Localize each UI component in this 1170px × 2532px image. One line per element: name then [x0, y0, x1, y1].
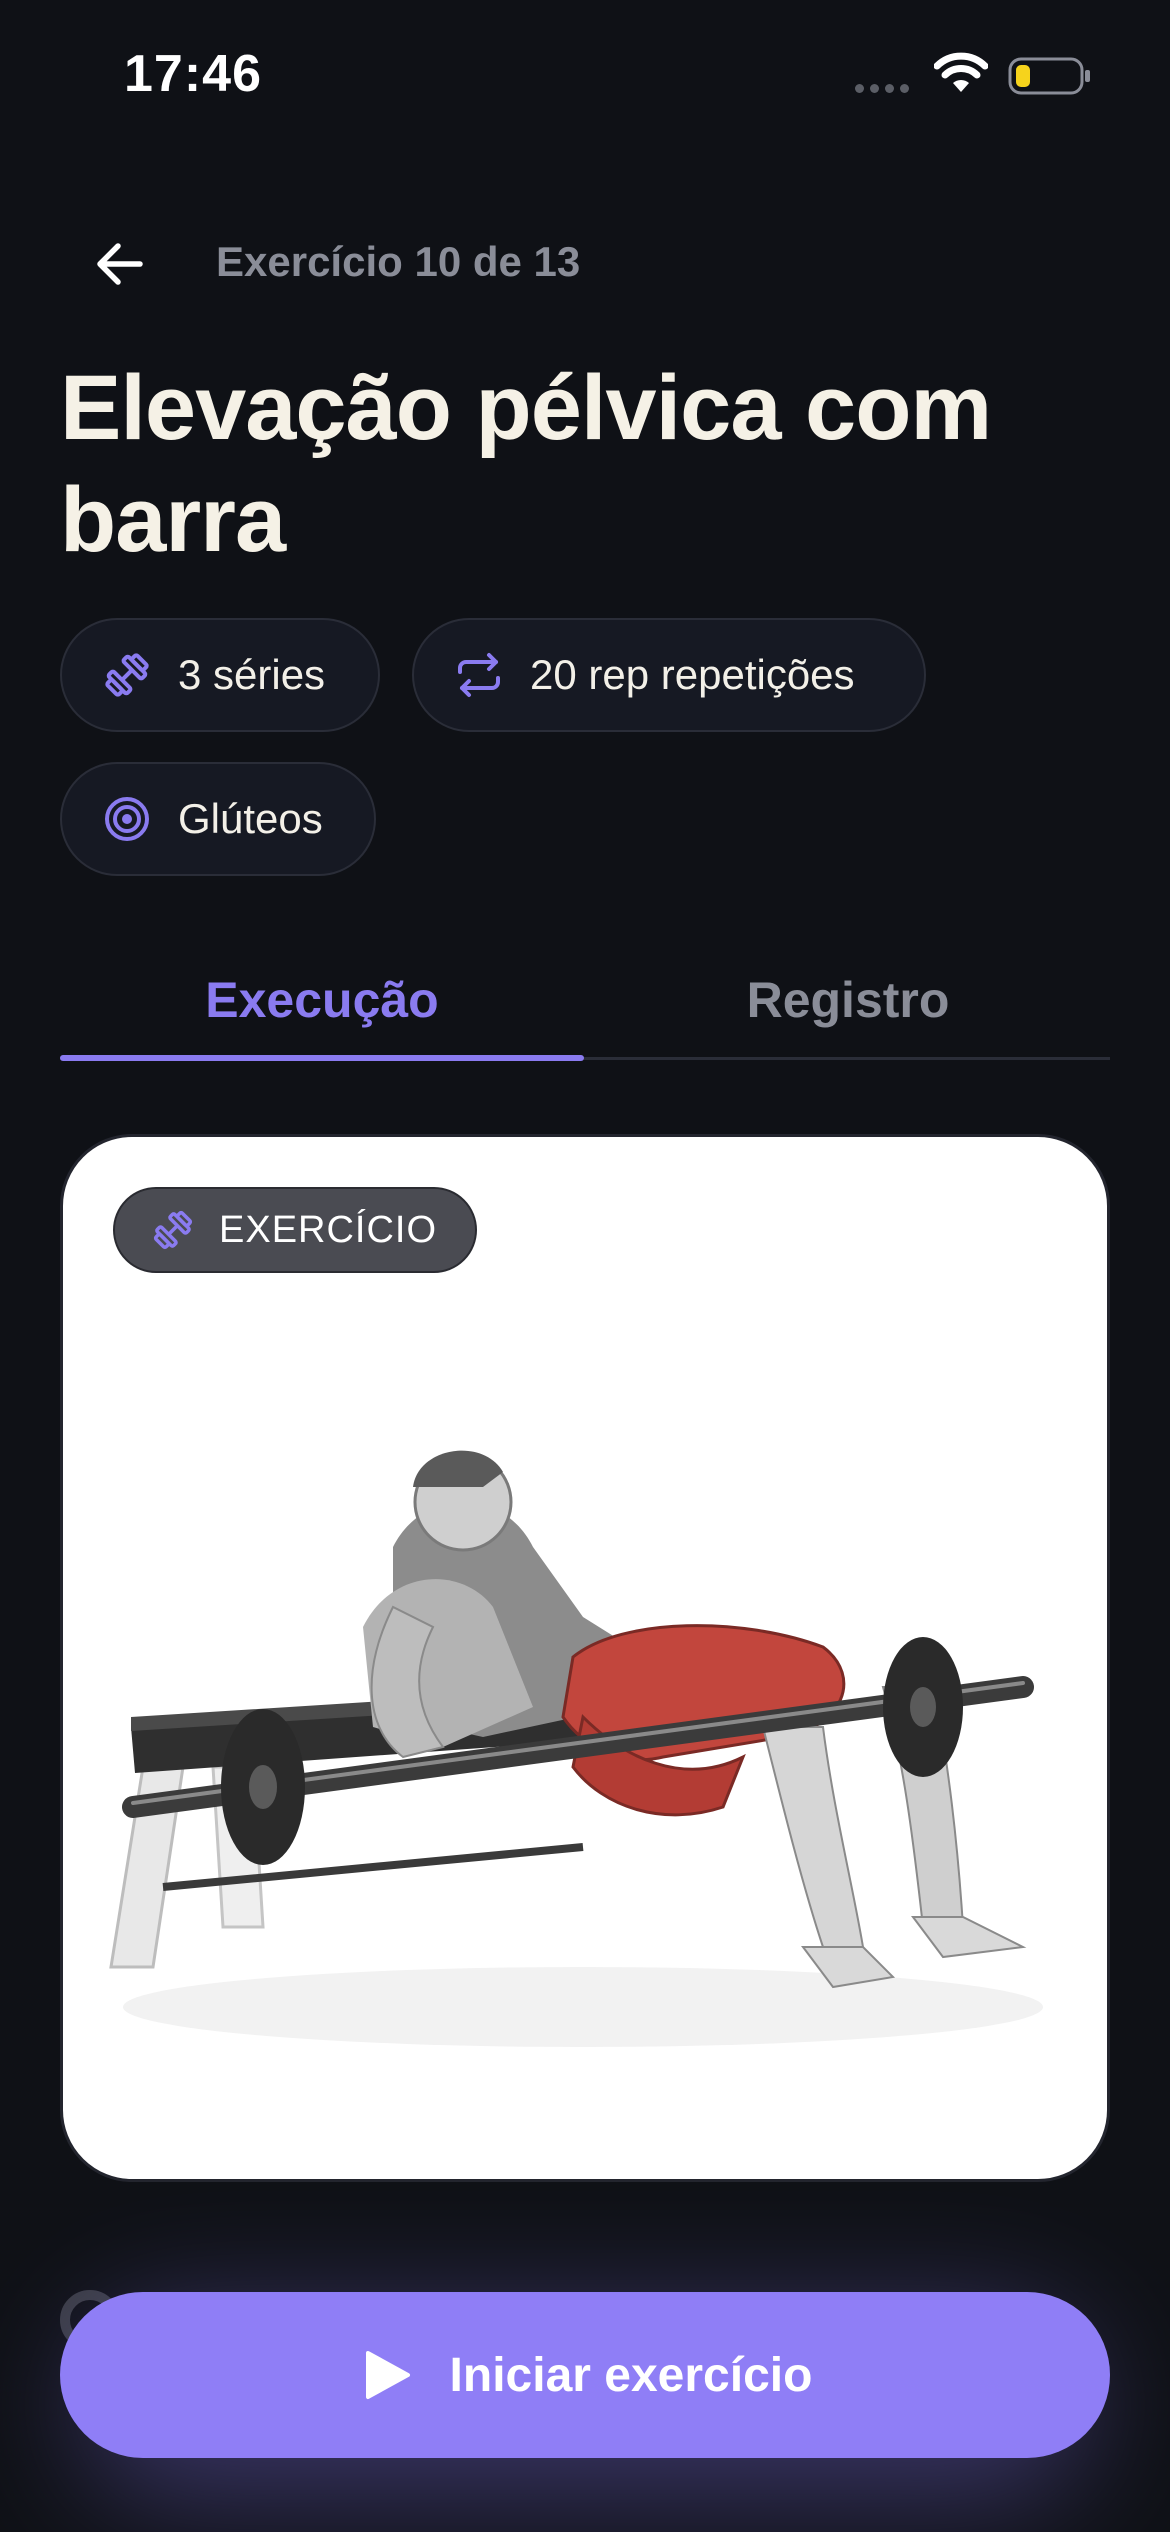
repeat-icon: [458, 653, 500, 697]
arrow-left-icon: [97, 243, 143, 285]
battery-icon: [1008, 57, 1090, 95]
reps-chip: 20 rep repetições: [412, 618, 926, 732]
exercise-badge-label: EXERCÍCIO: [219, 1208, 438, 1251]
cellular-signal-icon: [855, 84, 909, 93]
exercise-title: Elevação pélvica com barra: [60, 357, 992, 571]
exercise-card[interactable]: EXERCÍCIO: [60, 1134, 1110, 2182]
active-tab-indicator: [60, 1055, 584, 1061]
target-icon: [105, 797, 149, 841]
series-label: 3 séries: [178, 651, 326, 698]
exercise-screen: 17:46 Exercício 10 de 13 Elevação pélvic…: [0, 0, 1170, 2532]
tab-bar: Execução Registro: [60, 940, 1110, 1061]
tab-execution[interactable]: Execução: [60, 940, 584, 1060]
status-bar: 17:46: [0, 0, 1170, 150]
muscle-label: Glúteos: [178, 795, 323, 842]
start-exercise-button[interactable]: Iniciar exercício: [60, 2292, 1110, 2458]
tab-record[interactable]: Registro: [586, 940, 1110, 1060]
reps-label: 20 rep repetições: [530, 651, 855, 698]
tab-record-label: Registro: [746, 972, 950, 1028]
dumbbell-icon: [153, 1210, 193, 1250]
back-button[interactable]: [80, 228, 160, 300]
muscle-chip: Glúteos: [60, 762, 376, 876]
tab-execution-label: Execução: [205, 972, 439, 1028]
start-exercise-label: Iniciar exercício: [449, 2348, 813, 2402]
exercise-badge: EXERCÍCIO: [113, 1187, 478, 1273]
dumbbell-icon: [105, 653, 149, 697]
exercise-counter: Exercício 10 de 13: [216, 238, 581, 285]
status-time: 17:46: [124, 45, 262, 103]
series-chip: 3 séries: [60, 618, 380, 732]
exercise-illustration: [109, 1450, 1043, 2047]
wifi-icon: [934, 52, 988, 92]
play-icon: [365, 2351, 410, 2399]
